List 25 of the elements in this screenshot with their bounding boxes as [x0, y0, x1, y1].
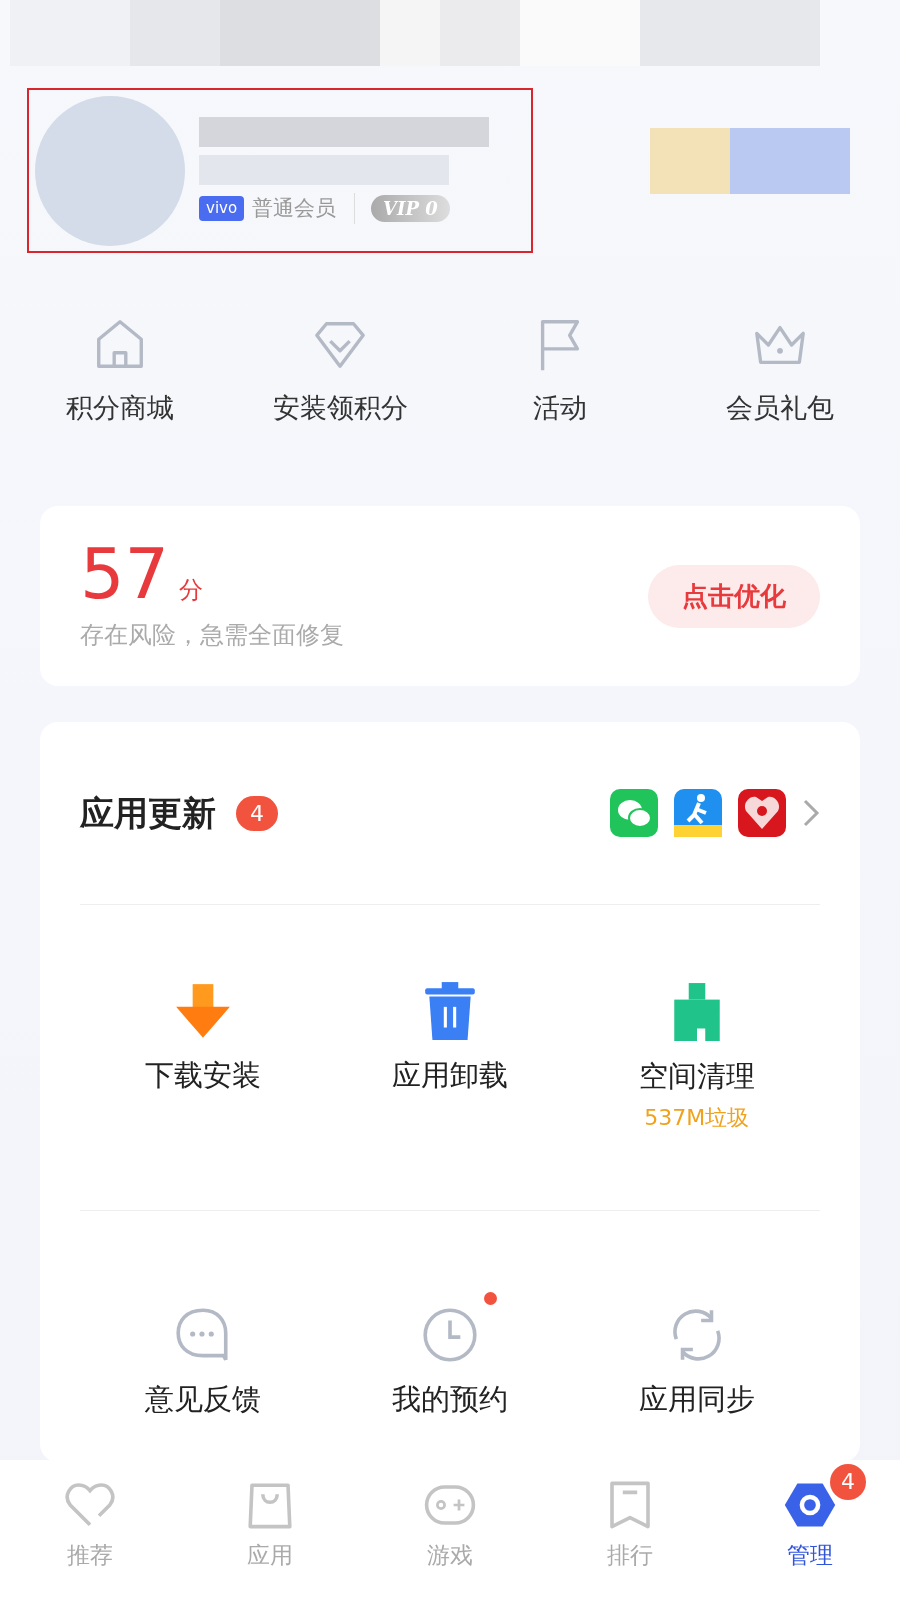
tool-item[interactable]: 我的预约 — [326, 1288, 574, 1422]
junk-size: 537M垃圾 — [644, 1103, 750, 1132]
quick-link[interactable]: 活动 — [450, 316, 670, 506]
risk-message: 存在风险，急需全面修复 — [80, 620, 344, 651]
tool-item[interactable]: 意见反馈 — [80, 1288, 327, 1422]
tool-item[interactable]: 应用卸载 — [326, 963, 574, 1098]
app-updates-row[interactable]: 应用更新 4 — [80, 722, 820, 905]
app-icon — [674, 789, 722, 837]
app-icon — [610, 789, 658, 837]
optimize-button[interactable]: 点击优化 — [648, 564, 820, 628]
update-count-badge: 4 — [236, 795, 278, 831]
tool-item[interactable]: 空间清理 537M垃圾 — [573, 965, 820, 1134]
brand-tag: vivo — [199, 196, 245, 221]
quick-link[interactable]: 会员礼包 — [670, 316, 890, 506]
notification-badge: 4 — [830, 1464, 866, 1500]
score-unit: 分 — [179, 575, 204, 606]
quick-link[interactable]: 安装领积分 — [230, 316, 450, 506]
nav-tab[interactable]: 管理 4 — [720, 1464, 900, 1600]
app-icon — [738, 789, 786, 837]
member-level: 普通会员 — [252, 192, 356, 225]
quick-link[interactable]: 积分商城 — [10, 316, 230, 506]
tool-item[interactable]: 应用同步 — [573, 1288, 820, 1422]
chevron-right-icon — [802, 798, 820, 828]
tool-item[interactable]: 下载安装 — [80, 963, 327, 1098]
score-value: 57 — [80, 539, 170, 609]
